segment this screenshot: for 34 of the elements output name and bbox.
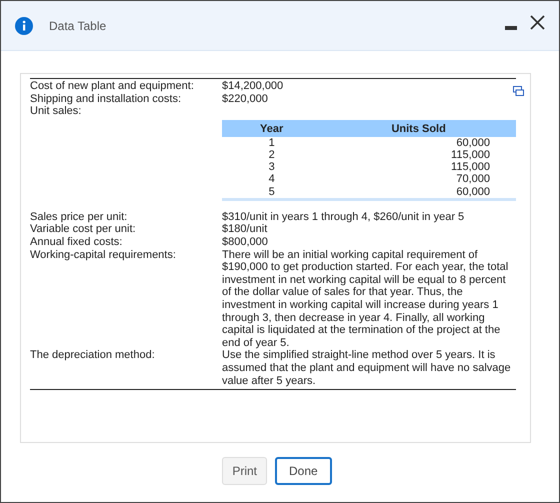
- row-label: Variable cost per unit:: [30, 223, 137, 236]
- row-label: Working-capital requirements:: [30, 248, 177, 263]
- table-cell-text: 3: [268, 161, 276, 174]
- row-value: Use the simplified straight-line method over 5 years. It is assumed that the plant and equipment will have no salvage value after 5 years.: [222, 349, 512, 388]
- table-cell: 60,000: [321, 186, 516, 200]
- row-label: Cost of new plant and equipment:: [30, 80, 195, 93]
- copy-icon[interactable]: [513, 86, 524, 96]
- table-cell-text: 115,000: [450, 148, 491, 162]
- row-value: $14,200,000: [222, 80, 284, 93]
- info-icon: [15, 16, 33, 34]
- table-cell-text: 2: [268, 148, 276, 162]
- column-header: Units Sold: [321, 120, 516, 137]
- row-value: $220,000: [222, 92, 269, 106]
- row-label: The depreciation method:: [30, 349, 156, 364]
- row-value: There will be an initial working capital requirement of $190,000 to get production started. For each year, the total investment in net working capital will be equal to 8 percent of the dollar value of sales for that year. Thus, the investment in working capital will increase during years 1 through 3, then decrease in year 4. Finally, all working capital is liquidated at the termination of the project at the end of year 5.: [222, 248, 510, 350]
- table-cell-text: 70,000: [455, 173, 491, 186]
- table-cell: 1: [222, 136, 322, 149]
- row-label: Sales price per unit:: [30, 210, 128, 224]
- row-label: Shipping and installation costs:: [30, 92, 182, 106]
- minimize-icon[interactable]: [505, 26, 517, 30]
- window-title: Data Table: [49, 18, 106, 32]
- table-cell: 60,000: [321, 136, 516, 149]
- dialog-button[interactable]: Done: [275, 457, 332, 485]
- row-value: $800,000: [222, 236, 269, 249]
- row-label: Annual fixed costs:: [30, 236, 124, 249]
- table-cell-text: 4: [268, 173, 276, 186]
- row-value: $180/unit: [222, 223, 268, 236]
- close-icon[interactable]: [530, 14, 545, 30]
- table-cell: 5: [222, 186, 322, 200]
- table-cell-text: 115,000: [450, 161, 491, 174]
- row-label: Unit sales:: [30, 105, 82, 118]
- row-value: $310/unit in years 1 through 4, $260/unit in year 5: [222, 210, 466, 224]
- dialog-button[interactable]: Print: [222, 457, 267, 485]
- column-header: Year: [222, 120, 322, 137]
